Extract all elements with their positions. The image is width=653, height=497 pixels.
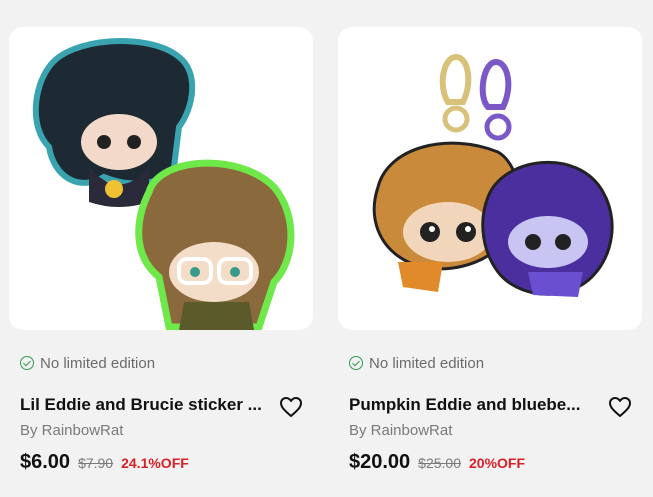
seller-name[interactable]: By RainbowRat xyxy=(349,422,452,440)
price-row: $6.00 $7.90 24.1%OFF xyxy=(20,451,189,474)
product-title[interactable]: Lil Eddie and Brucie sticker ... xyxy=(20,394,265,416)
check-circle-icon xyxy=(349,356,363,370)
heart-icon[interactable] xyxy=(608,396,632,418)
keychain-image-icon xyxy=(372,53,614,297)
price-row: $20.00 $25.00 20%OFF xyxy=(349,451,525,474)
product-title[interactable]: Pumpkin Eddie and bluebe... xyxy=(349,394,594,416)
product-card[interactable]: No limited edition Lil Eddie and Brucie … xyxy=(9,0,315,497)
current-price: $6.00 xyxy=(20,451,71,473)
product-card[interactable]: No limited edition Pumpkin Eddie and blu… xyxy=(338,0,644,497)
original-price: $7.90 xyxy=(78,455,114,471)
heart-icon[interactable] xyxy=(279,396,303,418)
discount-label: 24.1%OFF xyxy=(121,455,189,471)
discount-label: 20%OFF xyxy=(469,455,526,471)
product-image[interactable] xyxy=(338,27,642,330)
badge-label: No limited edition xyxy=(369,354,485,372)
limited-edition-badge: No limited edition xyxy=(349,354,484,372)
sticker-image-icon xyxy=(32,38,295,330)
original-price: $25.00 xyxy=(418,455,461,471)
current-price: $20.00 xyxy=(349,451,411,473)
check-circle-icon xyxy=(20,356,34,370)
seller-name[interactable]: By RainbowRat xyxy=(20,422,123,440)
badge-label: No limited edition xyxy=(40,354,156,372)
limited-edition-badge: No limited edition xyxy=(20,354,155,372)
product-image[interactable] xyxy=(9,27,313,330)
